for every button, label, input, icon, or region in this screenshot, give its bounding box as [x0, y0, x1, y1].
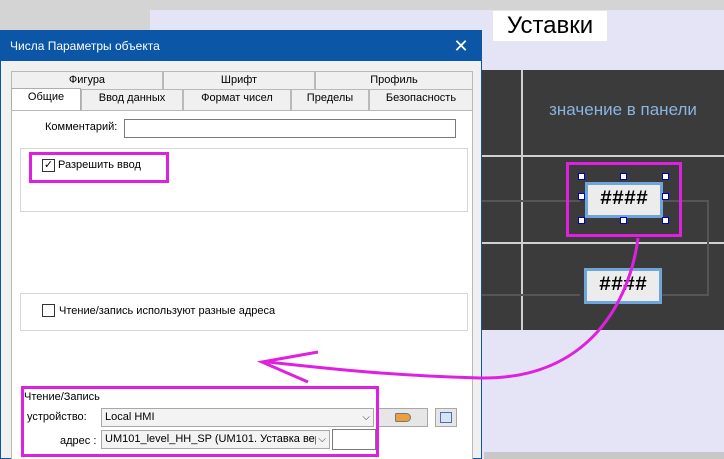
tab-general[interactable]: Общие	[11, 88, 81, 110]
tab-content-general: Комментарий: ✓ Разрешить ввод Чтение/зап…	[11, 110, 473, 459]
comment-input[interactable]	[124, 119, 456, 138]
tab-number-format[interactable]: Формат чисел	[183, 89, 291, 110]
device-settings-button[interactable]	[378, 408, 428, 427]
tab-row-back: Фигура Шрифт Профиль	[11, 71, 473, 89]
device-browse-button[interactable]	[435, 408, 457, 427]
tab-security[interactable]: Безопасность	[369, 89, 473, 110]
rw-diff-checkbox[interactable]	[42, 304, 55, 317]
screen-title[interactable]: Уставки	[492, 10, 608, 42]
panel-header-text: значение в панели	[549, 100, 697, 119]
highlight-allow-input	[29, 152, 169, 183]
editor-top-bar	[0, 0, 724, 10]
tag-icon	[395, 413, 411, 422]
numeric-field[interactable]: ####	[584, 268, 662, 304]
object-properties-dialog: Числа Параметры объекта ✕ Фигура Шрифт П…	[0, 30, 482, 459]
rw-diff-label[interactable]: Чтение/запись используют разные адреса	[59, 305, 275, 317]
highlight-field	[566, 162, 682, 237]
comment-label: Комментарий:	[45, 121, 118, 133]
tab-row-front: Общие Ввод данных Формат чисел Пределы Б…	[11, 88, 473, 110]
tab-figure[interactable]: Фигура	[11, 71, 163, 89]
table-line-h1	[474, 155, 724, 157]
tab-font[interactable]: Шрифт	[163, 71, 315, 89]
close-icon[interactable]: ✕	[451, 31, 471, 61]
tab-profile[interactable]: Профиль	[315, 71, 473, 89]
tab-limits[interactable]: Пределы	[291, 89, 369, 110]
connector-line-left	[480, 200, 580, 296]
highlight-rw-group	[21, 386, 379, 457]
browse-icon	[440, 412, 452, 423]
dialog-titlebar[interactable]: Числа Параметры объекта	[1, 31, 481, 61]
bottom-strip	[484, 452, 724, 459]
tab-data-input[interactable]: Ввод данных	[81, 89, 183, 110]
